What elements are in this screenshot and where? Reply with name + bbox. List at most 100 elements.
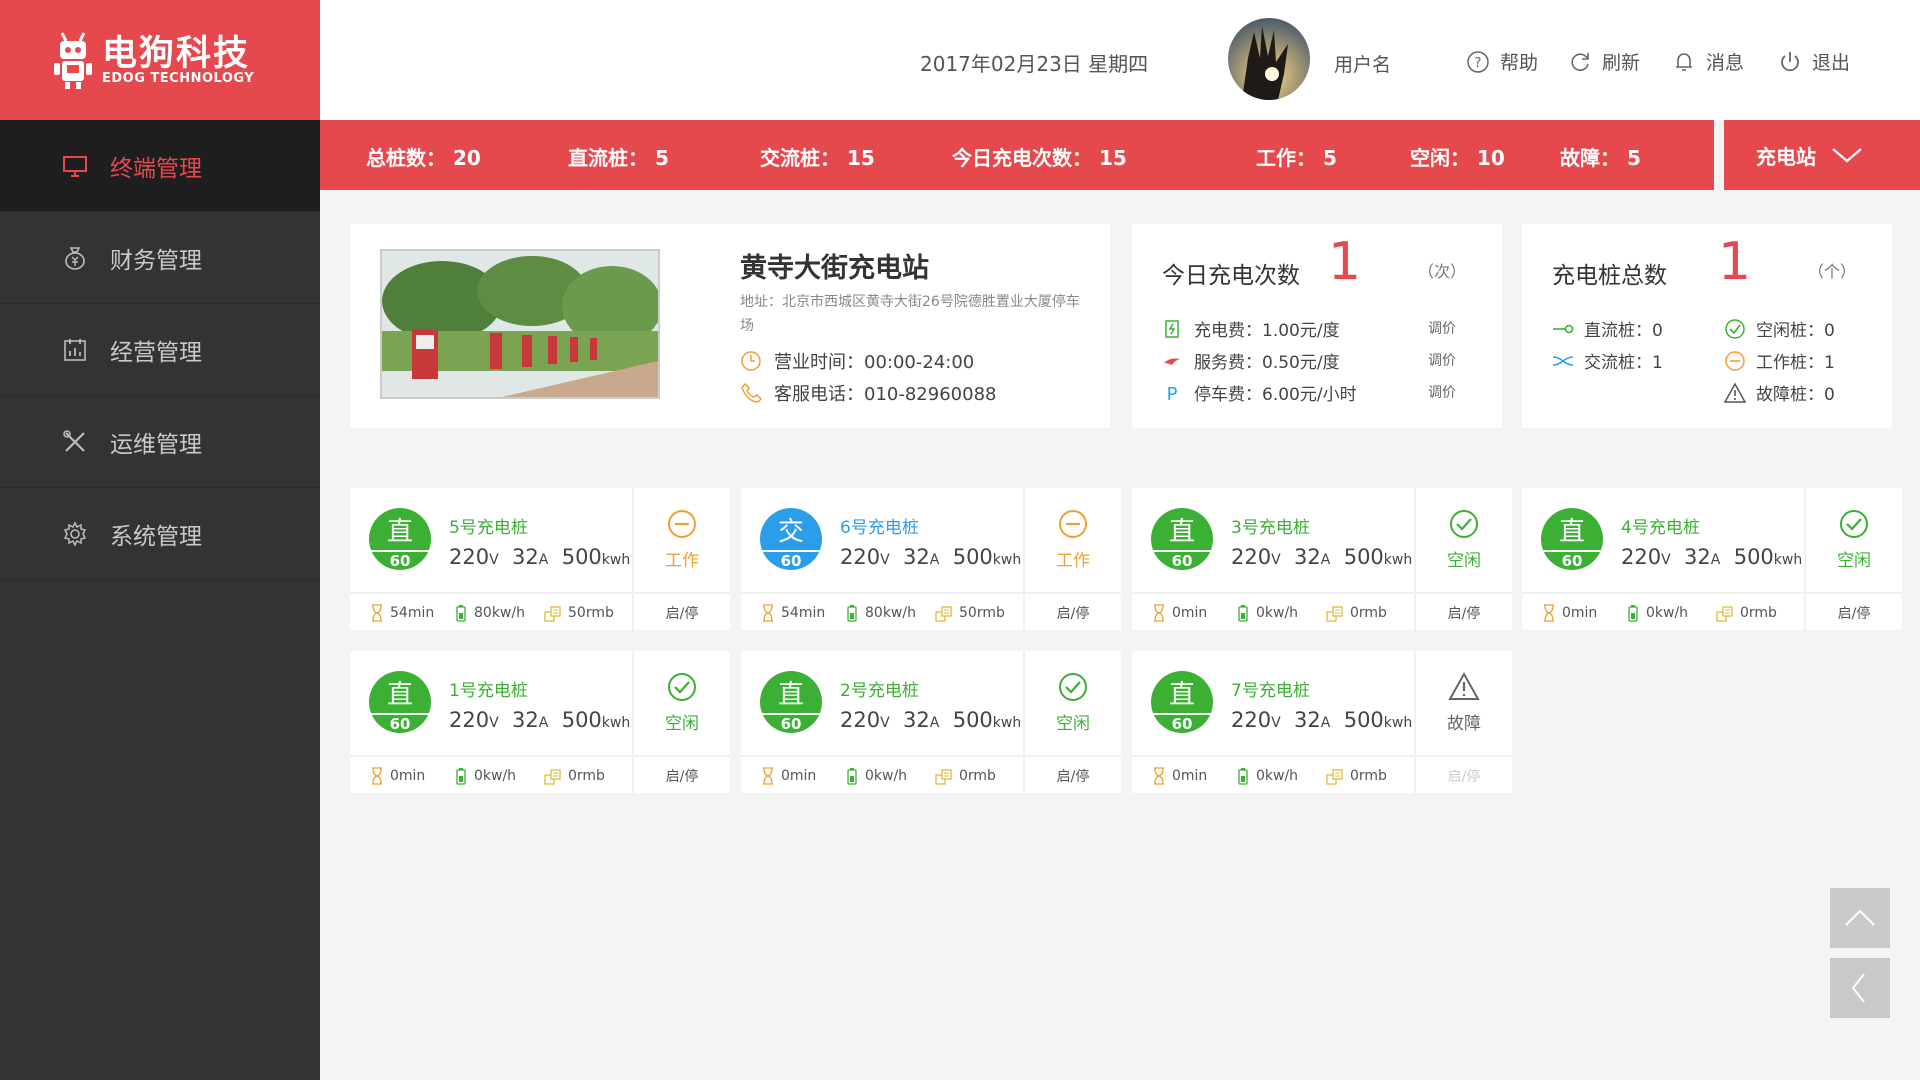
pile-status[interactable]: 空闲 bbox=[1414, 488, 1512, 592]
logout-button[interactable]: 退出 bbox=[1778, 48, 1850, 75]
working-count-text: 工作桩：1 bbox=[1756, 353, 1835, 373]
pile-card-main[interactable]: 直 60 2号充电桩 220V 32A 500kwh bbox=[741, 651, 1021, 755]
pile-card-main[interactable]: 直 60 5号充电桩 220V 32A 500kwh bbox=[350, 488, 630, 592]
pile-rate: 80kw/h bbox=[454, 604, 525, 622]
charge-fee-adjust-button[interactable]: 调价 bbox=[1428, 318, 1456, 338]
start-stop-button[interactable]: 启/停 bbox=[1804, 594, 1902, 632]
start-stop-button[interactable]: 启/停 bbox=[1414, 594, 1512, 632]
brand-logo[interactable]: 电狗科技 EDOG TECHNOLOGY bbox=[0, 0, 320, 120]
pile-cost-text: 50rmb bbox=[568, 605, 614, 621]
pile-rate: 0kw/h bbox=[1236, 604, 1298, 622]
pile-status[interactable]: 空闲 bbox=[1023, 651, 1121, 755]
coins-icon bbox=[544, 769, 561, 785]
pile-card[interactable]: 直 60 5号充电桩 220V 32A 500kwh 工作 54min 80kw/h 50rm… bbox=[350, 488, 730, 632]
pile-type-badge: 直 60 bbox=[760, 671, 822, 733]
scroll-top-button[interactable] bbox=[1830, 888, 1890, 948]
pile-card[interactable]: 直 60 7号充电桩 220V 32A 500kwh 故障 0min 0kw/h 0rmb 启/… bbox=[1132, 651, 1512, 795]
pile-status[interactable]: 工作 bbox=[632, 488, 730, 592]
pile-spec: 220V 32A 500kwh bbox=[840, 708, 1021, 732]
avatar[interactable] bbox=[1228, 18, 1310, 100]
sidebar-item-label: 终端管理 bbox=[110, 155, 202, 182]
pile-card[interactable]: 直 60 1号充电桩 220V 32A 500kwh 空闲 0min 0kw/h 0rmb 启/… bbox=[350, 651, 730, 795]
pile-rate: 0kw/h bbox=[1626, 604, 1688, 622]
help-button[interactable]: ? 帮助 bbox=[1466, 48, 1538, 75]
pile-current: 32 bbox=[1294, 545, 1321, 569]
pile-cost: 50rmb bbox=[544, 604, 614, 622]
station-info-panel: 黄寺大街充电站 地址：北京市西城区黄寺大街26号院德胜置业大厦停车场 营业时间：… bbox=[350, 224, 1110, 428]
service-fee-adjust-button[interactable]: 调价 bbox=[1428, 350, 1456, 370]
energy-unit: kwh bbox=[992, 552, 1022, 568]
pile-type-label: 直 bbox=[1168, 680, 1195, 710]
chevron-up-icon bbox=[1845, 909, 1875, 926]
pile-card-main[interactable]: 交 60 6号充电桩 220V 32A 500kwh bbox=[741, 488, 1021, 592]
collapse-button[interactable] bbox=[1830, 958, 1890, 1018]
pile-card-main[interactable]: 直 60 3号充电桩 220V 32A 500kwh bbox=[1132, 488, 1412, 592]
stat-today-value: 15 bbox=[1098, 146, 1127, 170]
pile-card-footer: 0min 0kw/h 0rmb 启/停 bbox=[741, 755, 1121, 795]
check-circle-icon bbox=[1059, 673, 1087, 701]
pile-current: 32 bbox=[903, 708, 930, 732]
start-stop-button[interactable]: 启/停 bbox=[632, 757, 730, 795]
stat-fault-label: 故障： bbox=[1560, 146, 1620, 170]
pile-card[interactable]: 直 60 3号充电桩 220V 32A 500kwh 空闲 0min 0kw/h 0rmb 启/… bbox=[1132, 488, 1512, 632]
pile-card-main[interactable]: 直 60 1号充电桩 220V 32A 500kwh bbox=[350, 651, 630, 755]
parking-fee-adjust-button[interactable]: 调价 bbox=[1428, 382, 1456, 402]
start-stop-button[interactable]: 启/停 bbox=[1414, 757, 1512, 795]
station-dropdown[interactable]: 充电站 bbox=[1724, 120, 1920, 190]
pile-card[interactable]: 交 60 6号充电桩 220V 32A 500kwh 工作 54min 80kw/h 50rm… bbox=[741, 488, 1121, 632]
station-address: 地址：北京市西城区黄寺大街26号院德胜置业大厦停车场 bbox=[740, 294, 1080, 334]
stat-fault: 故障： 5 bbox=[1560, 142, 1641, 171]
refresh-button[interactable]: 刷新 bbox=[1568, 48, 1640, 75]
sidebar-item-finance[interactable]: 财务管理 bbox=[0, 212, 320, 304]
hourglass-icon bbox=[1154, 767, 1164, 785]
pile-spec: 220V 32A 500kwh bbox=[449, 545, 630, 569]
pile-card[interactable]: 直 60 2号充电桩 220V 32A 500kwh 空闲 0min 0kw/h 0rmb 启/… bbox=[741, 651, 1121, 795]
stat-ac: 交流桩： 15 bbox=[760, 142, 875, 171]
sidebar-item-operations[interactable]: 经营管理 bbox=[0, 304, 320, 396]
stat-ac-value: 15 bbox=[846, 146, 875, 170]
pile-total-title: 充电桩总数 bbox=[1552, 263, 1667, 289]
energy-unit: kwh bbox=[601, 552, 631, 568]
pile-current: 32 bbox=[512, 708, 539, 732]
stat-working-value: 5 bbox=[1322, 146, 1337, 170]
messages-button[interactable]: 消息 bbox=[1672, 48, 1744, 75]
pile-type-label: 直 bbox=[386, 680, 413, 710]
pile-duration-text: 0min bbox=[1172, 768, 1208, 784]
pile-type-badge: 交 60 bbox=[760, 508, 822, 570]
start-stop-button[interactable]: 启/停 bbox=[632, 594, 730, 632]
pile-duration: 0min bbox=[1542, 604, 1597, 622]
dc-count-row: 直流桩：0 bbox=[1552, 316, 1663, 341]
pile-status[interactable]: 故障 bbox=[1414, 651, 1512, 755]
energy-unit: kwh bbox=[601, 715, 631, 731]
start-stop-button[interactable]: 启/停 bbox=[1023, 594, 1121, 632]
pile-card-main[interactable]: 直 60 4号充电桩 220V 32A 500kwh bbox=[1522, 488, 1802, 592]
coins-icon bbox=[935, 769, 952, 785]
sidebar-item-label: 经营管理 bbox=[110, 339, 202, 366]
minus-circle-icon bbox=[668, 510, 696, 538]
hourglass-icon bbox=[763, 604, 773, 622]
pile-card[interactable]: 直 60 4号充电桩 220V 32A 500kwh 空闲 0min 0kw/h 0rmb 启/… bbox=[1522, 488, 1902, 632]
pile-card-main[interactable]: 直 60 7号充电桩 220V 32A 500kwh bbox=[1132, 651, 1412, 755]
pile-status[interactable]: 工作 bbox=[1023, 488, 1121, 592]
pile-status[interactable]: 空闲 bbox=[1804, 488, 1902, 592]
parking-fee-label: 停车费：6.00元/小时 bbox=[1194, 385, 1357, 405]
sidebar-item-system[interactable]: 系统管理 bbox=[0, 488, 320, 580]
service-fee-row: 服务费：0.50元/度 bbox=[1162, 348, 1340, 373]
pile-voltage: 220 bbox=[1621, 545, 1662, 569]
coins-icon bbox=[935, 606, 952, 622]
pile-rate-text: 80kw/h bbox=[474, 605, 525, 621]
pile-name: 2号充电桩 bbox=[840, 681, 919, 701]
username[interactable]: 用户名 bbox=[1334, 50, 1391, 77]
stat-dc-value: 5 bbox=[654, 146, 669, 170]
current-unit: A bbox=[1710, 552, 1721, 568]
pile-status[interactable]: 空闲 bbox=[632, 651, 730, 755]
pile-current: 32 bbox=[512, 545, 539, 569]
sidebar-item-terminal[interactable]: 终端管理 bbox=[0, 120, 320, 212]
svg-text:?: ? bbox=[1475, 56, 1482, 71]
pile-total-unit: （个） bbox=[1807, 262, 1856, 281]
station-hours-text: 营业时间：00:00-24:00 bbox=[774, 352, 975, 373]
sidebar-item-maintenance[interactable]: 运维管理 bbox=[0, 396, 320, 488]
start-stop-button[interactable]: 启/停 bbox=[1023, 757, 1121, 795]
pile-card-footer: 0min 0kw/h 0rmb 启/停 bbox=[350, 755, 730, 795]
station-photo bbox=[380, 249, 660, 399]
